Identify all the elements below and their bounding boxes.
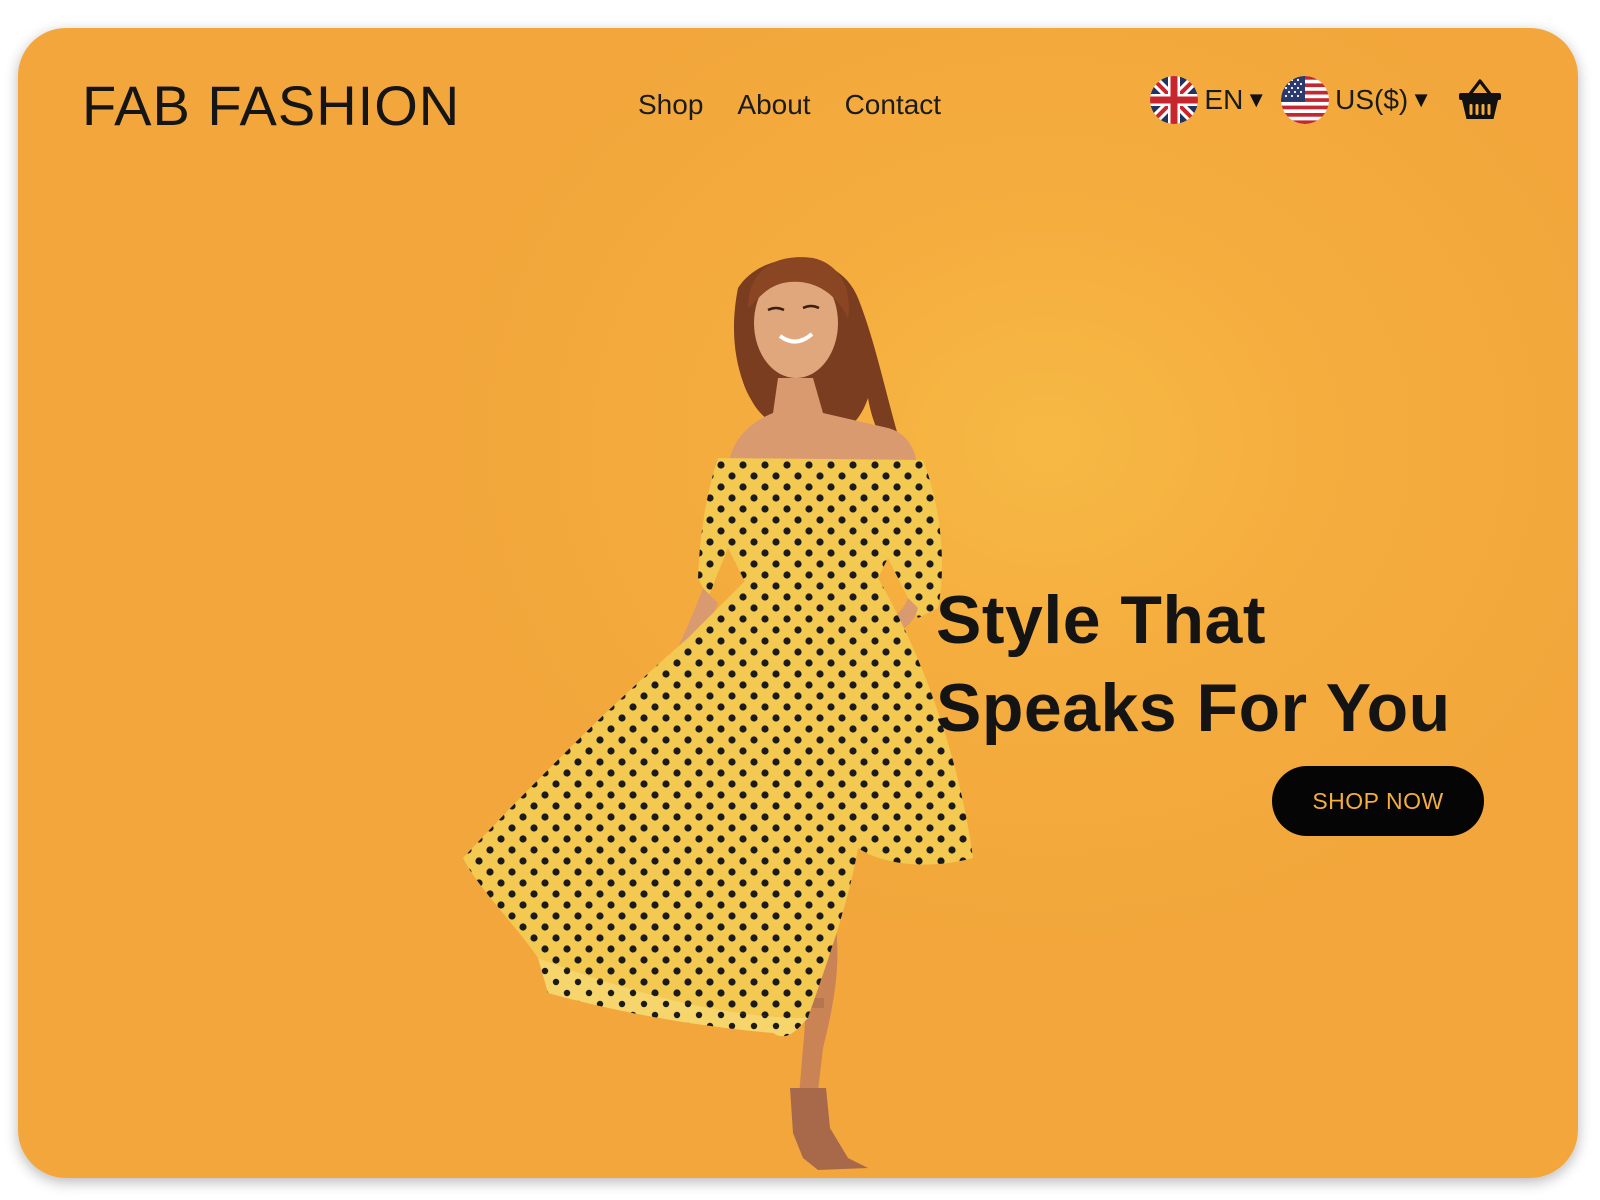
page-frame: FAB FASHION Shop About Contact EN ▼ US($… — [18, 28, 1578, 1178]
nav-item-contact[interactable]: Contact — [845, 88, 942, 122]
shopping-basket-icon[interactable] — [1456, 76, 1504, 124]
uk-flag-icon — [1150, 76, 1199, 124]
shop-now-button[interactable]: SHOP NOW — [1272, 766, 1484, 836]
hero-headline: Style That Speaks For You — [936, 576, 1451, 752]
brand-logo[interactable]: FAB FASHION — [82, 76, 460, 136]
us-flag-icon — [1281, 76, 1330, 124]
language-value: EN — [1204, 84, 1244, 115]
main-nav: Shop About Contact — [638, 88, 941, 122]
header-utilities: EN ▼ US($) ▼ — [1150, 76, 1504, 124]
language-selector[interactable]: EN ▼ — [1150, 76, 1267, 124]
nav-item-shop[interactable]: Shop — [638, 88, 703, 122]
currency-caret-icon: ▼ — [1410, 87, 1432, 112]
hero-headline-line-1: Style That — [936, 582, 1266, 658]
hero-model-image — [463, 257, 973, 1170]
currency-value: US($) — [1335, 84, 1409, 115]
hero-headline-line-2: Speaks For You — [936, 670, 1451, 746]
currency-selector[interactable]: US($) ▼ — [1281, 76, 1432, 124]
nav-item-about[interactable]: About — [737, 88, 810, 122]
language-caret-icon: ▼ — [1245, 87, 1268, 112]
